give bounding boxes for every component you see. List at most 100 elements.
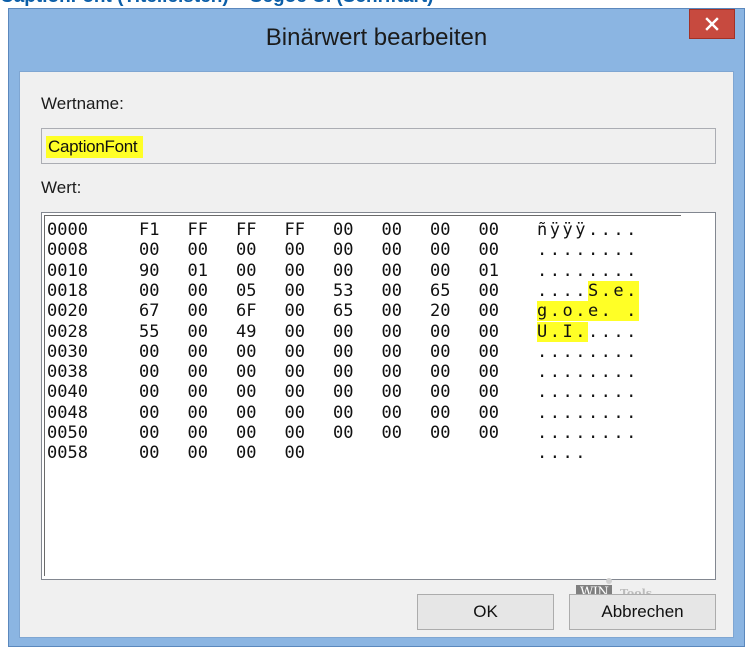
hex-byte[interactable]: 00	[188, 281, 208, 301]
hex-row[interactable]: 0048 00 00 00 00 00 00 00 00........	[45, 403, 675, 423]
hex-byte[interactable]: 00	[430, 240, 450, 260]
hex-byte[interactable]: 00	[139, 443, 159, 463]
hex-byte[interactable]: 00	[479, 240, 499, 260]
hex-byte[interactable]: 00	[236, 443, 256, 463]
hex-byte[interactable]: 00	[382, 261, 402, 281]
hex-byte[interactable]: 20	[430, 301, 450, 321]
hex-byte[interactable]: 00	[285, 261, 305, 281]
hex-byte[interactable]: 00	[139, 362, 159, 382]
hex-byte[interactable]: 00	[236, 261, 256, 281]
hex-row[interactable]: 0038 00 00 00 00 00 00 00 00........	[45, 362, 675, 382]
hex-byte[interactable]: 00	[382, 240, 402, 260]
hex-byte[interactable]: 00	[382, 322, 402, 342]
hex-byte[interactable]: 00	[333, 261, 353, 281]
hex-row[interactable]: 0028 55 00 49 00 00 00 00 00 U.I.....	[45, 321, 675, 342]
hex-byte[interactable]: 00	[188, 322, 208, 342]
hex-row[interactable]: 0020 67 00 6F 00 65 00 20 00 g.o.e. .	[45, 301, 675, 322]
hex-byte[interactable]: 00	[430, 362, 450, 382]
hex-byte[interactable]: 00	[479, 301, 499, 321]
hex-byte[interactable]: 00	[382, 362, 402, 382]
hex-byte[interactable]: 01	[188, 261, 208, 281]
hex-byte[interactable]: 00	[382, 342, 402, 362]
title-bar[interactable]: Binärwert bearbeiten	[9, 9, 744, 71]
hex-byte[interactable]: 00	[285, 342, 305, 362]
hex-byte[interactable]: 67	[139, 301, 159, 321]
hex-byte[interactable]: 00	[430, 322, 450, 342]
hex-byte[interactable]: 00	[139, 423, 159, 443]
hex-row[interactable]: 0058 00 00 00 00....	[45, 443, 675, 463]
hex-byte[interactable]: 00	[236, 403, 256, 423]
close-button[interactable]	[689, 9, 735, 39]
ok-button[interactable]: OK	[417, 594, 554, 630]
hex-byte[interactable]: 00	[188, 342, 208, 362]
hex-byte[interactable]: 00	[479, 362, 499, 382]
hex-byte[interactable]: 00	[479, 281, 499, 301]
hex-byte[interactable]: 00	[188, 403, 208, 423]
hex-byte[interactable]: 00	[139, 240, 159, 260]
hex-byte[interactable]: FF	[236, 220, 256, 240]
hex-byte[interactable]: 00	[479, 423, 499, 443]
hex-byte[interactable]: 00	[430, 382, 450, 402]
hex-byte[interactable]: 00	[430, 342, 450, 362]
hex-byte[interactable]: 00	[333, 362, 353, 382]
hex-byte[interactable]: 00	[139, 342, 159, 362]
hex-row[interactable]: 0000 F1 FF FF FF 00 00 00 00 ñÿÿÿ....	[45, 220, 675, 240]
hex-byte[interactable]: 00	[285, 281, 305, 301]
hex-editor[interactable]: 0000 F1 FF FF FF 00 00 00 00 ñÿÿÿ.... 0008 00 00 00 00…	[41, 212, 716, 580]
hex-editor-content[interactable]: 0000 F1 FF FF FF 00 00 00 00 ñÿÿÿ.... 0008 00 00 00 00…	[44, 215, 681, 576]
hex-byte[interactable]: 00	[333, 322, 353, 342]
hex-byte[interactable]: 00	[285, 443, 305, 463]
hex-row[interactable]: 0050 00 00 00 00 00 00 00 00........	[45, 423, 675, 443]
hex-byte[interactable]: FF	[188, 220, 208, 240]
hex-row[interactable]: 0018 00 00 05 00 53 00 65 00 ....S.e.	[45, 280, 675, 301]
cancel-button[interactable]: Abbrechen	[569, 594, 716, 630]
hex-byte[interactable]: 00	[382, 281, 402, 301]
hex-byte[interactable]: 00	[333, 240, 353, 260]
hex-byte[interactable]: 00	[333, 382, 353, 402]
hex-byte[interactable]: 6F	[236, 301, 256, 321]
hex-byte[interactable]: 65	[333, 301, 353, 321]
hex-byte[interactable]: 00	[188, 382, 208, 402]
hex-byte[interactable]: 00	[285, 423, 305, 443]
value-name-field[interactable]: CaptionFont	[41, 128, 716, 164]
hex-byte[interactable]: FF	[285, 220, 305, 240]
hex-byte[interactable]: 00	[430, 403, 450, 423]
hex-byte[interactable]: 00	[236, 362, 256, 382]
hex-byte[interactable]: 00	[188, 423, 208, 443]
hex-byte[interactable]: 00	[479, 403, 499, 423]
hex-byte[interactable]: 01	[479, 261, 499, 281]
hex-byte[interactable]: 00	[188, 443, 208, 463]
hex-byte[interactable]: 00	[285, 240, 305, 260]
hex-byte[interactable]: 00	[285, 322, 305, 342]
hex-byte[interactable]: 00	[382, 220, 402, 240]
hex-byte[interactable]: 00	[285, 301, 305, 321]
hex-byte[interactable]: F1	[139, 220, 159, 240]
hex-byte[interactable]: 00	[430, 220, 450, 240]
hex-byte[interactable]: 00	[139, 382, 159, 402]
hex-byte[interactable]: 00	[382, 423, 402, 443]
hex-byte[interactable]: 00	[236, 382, 256, 402]
hex-byte[interactable]: 00	[479, 382, 499, 402]
hex-byte[interactable]: 00	[382, 403, 402, 423]
hex-byte[interactable]: 00	[382, 301, 402, 321]
hex-byte[interactable]: 00	[139, 403, 159, 423]
hex-byte[interactable]: 49	[236, 322, 256, 342]
hex-byte[interactable]: 90	[139, 261, 159, 281]
hex-byte[interactable]: 00	[479, 322, 499, 342]
hex-byte[interactable]: 00	[333, 403, 353, 423]
hex-byte[interactable]: 00	[479, 342, 499, 362]
hex-byte[interactable]: 00	[430, 423, 450, 443]
hex-byte[interactable]: 55	[139, 322, 159, 342]
hex-row[interactable]: 0030 00 00 00 00 00 00 00 00........	[45, 342, 675, 362]
hex-byte[interactable]: 00	[236, 342, 256, 362]
hex-byte[interactable]: 00	[382, 382, 402, 402]
hex-byte[interactable]: 00	[188, 240, 208, 260]
hex-byte[interactable]: 00	[430, 261, 450, 281]
hex-byte[interactable]: 00	[236, 423, 256, 443]
hex-byte[interactable]: 00	[285, 362, 305, 382]
hex-row[interactable]: 0040 00 00 00 00 00 00 00 00........	[45, 382, 675, 402]
hex-byte[interactable]: 00	[139, 281, 159, 301]
hex-byte[interactable]: 00	[188, 301, 208, 321]
hex-byte[interactable]: 00	[285, 382, 305, 402]
hex-byte[interactable]: 00	[479, 220, 499, 240]
